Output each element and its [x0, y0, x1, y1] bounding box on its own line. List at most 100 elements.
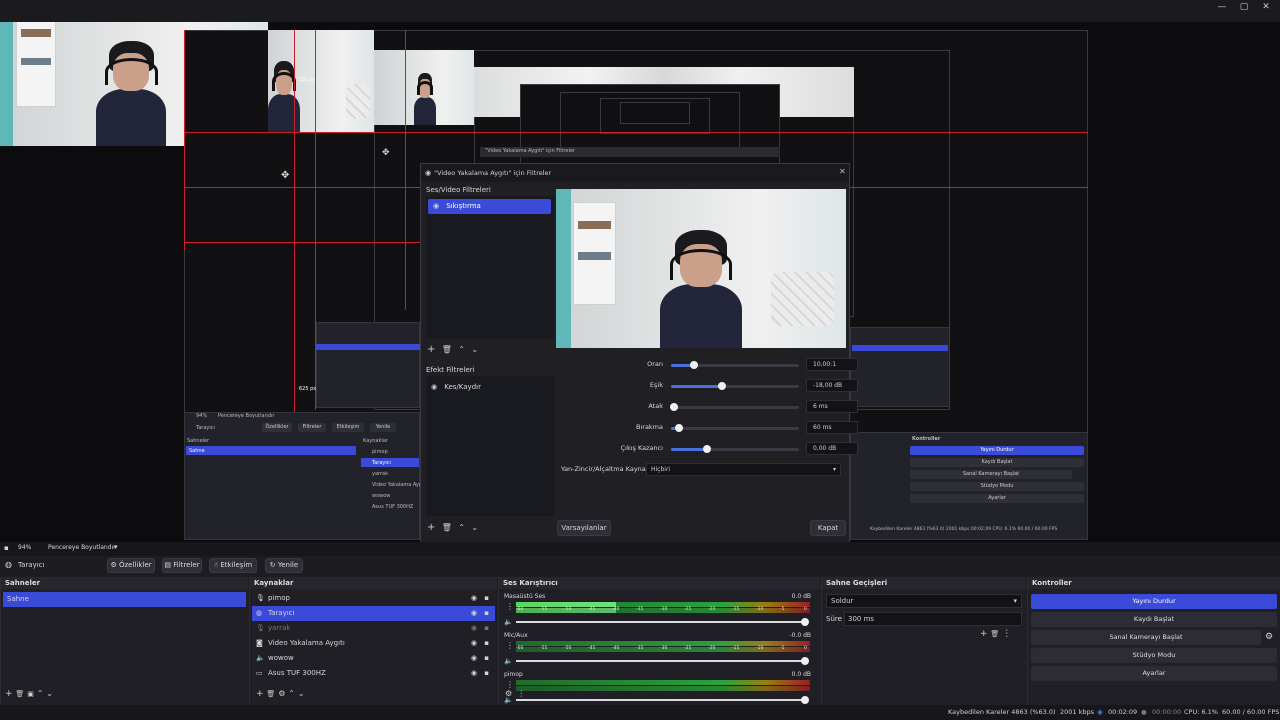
effect-filters-list: [426, 376, 554, 516]
source-item[interactable]: ◙ Video Yakalama Aygıtı ◉ ▪: [252, 636, 495, 651]
stop-streaming-button[interactable]: Yayını Durdur: [1031, 594, 1277, 609]
move-down-icon[interactable]: ⌄: [46, 689, 53, 698]
trash-icon[interactable]: 🗑: [442, 345, 452, 354]
maximize-icon[interactable]: ▢: [1234, 2, 1254, 12]
lock-icon[interactable]: ▪: [484, 591, 489, 606]
trash-icon[interactable]: 🗑: [990, 630, 999, 638]
trash-icon[interactable]: 🗑: [15, 690, 24, 698]
param-slider[interactable]: [671, 382, 799, 390]
move-down-icon[interactable]: ⌄: [298, 689, 305, 698]
defaults-button[interactable]: Varsayılanlar: [557, 520, 611, 536]
gear-icon[interactable]: ⚙: [505, 689, 512, 698]
param-slider[interactable]: [671, 424, 799, 432]
eye-icon[interactable]: ◉: [471, 621, 477, 636]
close-button[interactable]: Kapat: [810, 520, 846, 536]
eye-icon[interactable]: ◉: [432, 202, 440, 210]
filter-icon[interactable]: ▣: [27, 690, 34, 698]
eye-icon[interactable]: ◉: [430, 383, 438, 391]
minimize-icon[interactable]: —: [1212, 2, 1232, 12]
trash-icon[interactable]: 🗑: [266, 690, 275, 698]
add-scene-icon[interactable]: +: [5, 689, 13, 699]
move-up-icon[interactable]: ⌃: [37, 689, 44, 698]
settings-button[interactable]: Ayarlar: [1031, 666, 1277, 681]
add-filter-icon[interactable]: +: [427, 344, 435, 355]
source-item[interactable]: 🎙 pimop ◉ ▪: [252, 591, 495, 606]
lock-icon[interactable]: ▪: [484, 636, 489, 651]
move-up-icon[interactable]: ⌃: [458, 345, 465, 354]
filters-button[interactable]: ▤ Filtreler: [162, 558, 202, 573]
sidechain-select[interactable]: Hiçbiri ▾: [646, 463, 841, 476]
lock-icon[interactable]: ▪: [484, 606, 489, 621]
properties-button[interactable]: ⚙ Özellikler: [107, 558, 155, 573]
eye-icon[interactable]: ◉: [471, 591, 477, 606]
zoom-level[interactable]: 94%: [18, 544, 31, 551]
source-item[interactable]: 🔈 wowow ◉ ▪: [252, 651, 495, 666]
interact-button[interactable]: ☝ Etkileşim: [209, 558, 257, 573]
volume-slider[interactable]: [516, 621, 806, 623]
more-icon[interactable]: ⋮: [517, 689, 525, 698]
speaker-icon[interactable]: 🔈: [504, 618, 513, 626]
slider-knob[interactable]: [801, 657, 809, 665]
filter-item[interactable]: ◉ Sıkıştırma: [428, 199, 551, 214]
param-value-input[interactable]: 6 ms: [806, 400, 858, 413]
move-handle-icon[interactable]: ✥: [281, 170, 289, 181]
duration-input[interactable]: 300 ms: [844, 612, 1022, 626]
gear-icon[interactable]: ⚙: [1265, 632, 1273, 642]
move-down-icon[interactable]: ⌄: [471, 523, 478, 532]
trash-icon[interactable]: 🗑: [442, 523, 452, 532]
source-item[interactable]: ◍ Tarayıcı ◉ ▪: [252, 606, 495, 621]
slider-knob[interactable]: [674, 424, 683, 432]
slider-knob[interactable]: [690, 361, 699, 369]
speaker-icon[interactable]: 🔈: [504, 657, 513, 665]
refresh-button[interactable]: ↻ Yenile: [265, 558, 303, 573]
more-icon[interactable]: ⋮: [506, 680, 514, 689]
eye-icon[interactable]: ◉: [471, 636, 477, 651]
volume-slider[interactable]: [516, 660, 806, 662]
source-item[interactable]: ▭ Asus TUF 300HZ ◉ ▪: [252, 666, 495, 681]
gear-icon[interactable]: ⚙: [278, 689, 285, 698]
more-icon[interactable]: ⋮: [506, 602, 514, 611]
move-up-icon[interactable]: ⌃: [458, 523, 465, 532]
param-value-input[interactable]: 60 ms: [806, 421, 858, 434]
scene-item[interactable]: Sahne: [3, 592, 246, 607]
studio-mode-button[interactable]: Stüdyo Modu: [1031, 648, 1277, 663]
lock-icon[interactable]: ▪: [484, 621, 489, 636]
param-value-input[interactable]: 0,00 dB: [806, 442, 858, 455]
slider-knob[interactable]: [702, 445, 711, 453]
move-handle-icon[interactable]: ✥: [382, 148, 390, 158]
start-virtual-camera-button[interactable]: Sanal Kamerayı Başlat: [1031, 630, 1261, 645]
source-item[interactable]: 🎙 yarrak ◉ ▪: [252, 621, 495, 636]
start-recording-button[interactable]: Kaydı Başlat: [1031, 612, 1277, 627]
add-transition-icon[interactable]: +: [980, 629, 988, 639]
lock-icon[interactable]: ▪: [484, 666, 489, 681]
more-icon[interactable]: ⋮: [1002, 629, 1011, 639]
param-value-input[interactable]: -18,00 dB: [806, 379, 858, 392]
param-slider[interactable]: [669, 403, 799, 411]
param-value-input[interactable]: 10,00:1: [806, 358, 858, 371]
lock-icon[interactable]: ▪: [484, 651, 489, 666]
add-filter-icon[interactable]: +: [427, 522, 435, 533]
volume-slider[interactable]: [516, 699, 806, 701]
transition-select[interactable]: Soldur ▾: [826, 594, 1022, 608]
lock-icon[interactable]: ▪: [4, 544, 9, 552]
filter-item[interactable]: ◉ Kes/Kaydır: [430, 380, 481, 394]
close-icon[interactable]: ✕: [1256, 2, 1276, 12]
more-icon[interactable]: ⋮: [506, 641, 514, 650]
move-down-icon[interactable]: ⌄: [471, 345, 478, 354]
slider-knob[interactable]: [801, 696, 809, 704]
eye-icon[interactable]: ◉: [471, 606, 477, 621]
slider-knob[interactable]: [718, 382, 727, 390]
dialog-close-icon[interactable]: ✕: [839, 167, 846, 176]
scale-tick: -45: [588, 646, 596, 651]
fit-dropdown[interactable]: Pencereye Boyutlandır: [48, 544, 116, 551]
chevron-down-icon[interactable]: ▾: [114, 543, 118, 551]
eye-icon[interactable]: ◉: [471, 666, 477, 681]
param-slider[interactable]: [671, 361, 799, 369]
eye-icon[interactable]: ◉: [471, 651, 477, 666]
move-up-icon[interactable]: ⌃: [288, 689, 295, 698]
channel-name: Mic/Aux: [504, 632, 528, 639]
slider-knob[interactable]: [669, 403, 678, 411]
slider-knob[interactable]: [801, 618, 809, 626]
add-source-icon[interactable]: +: [256, 689, 264, 699]
param-slider[interactable]: [671, 445, 799, 453]
